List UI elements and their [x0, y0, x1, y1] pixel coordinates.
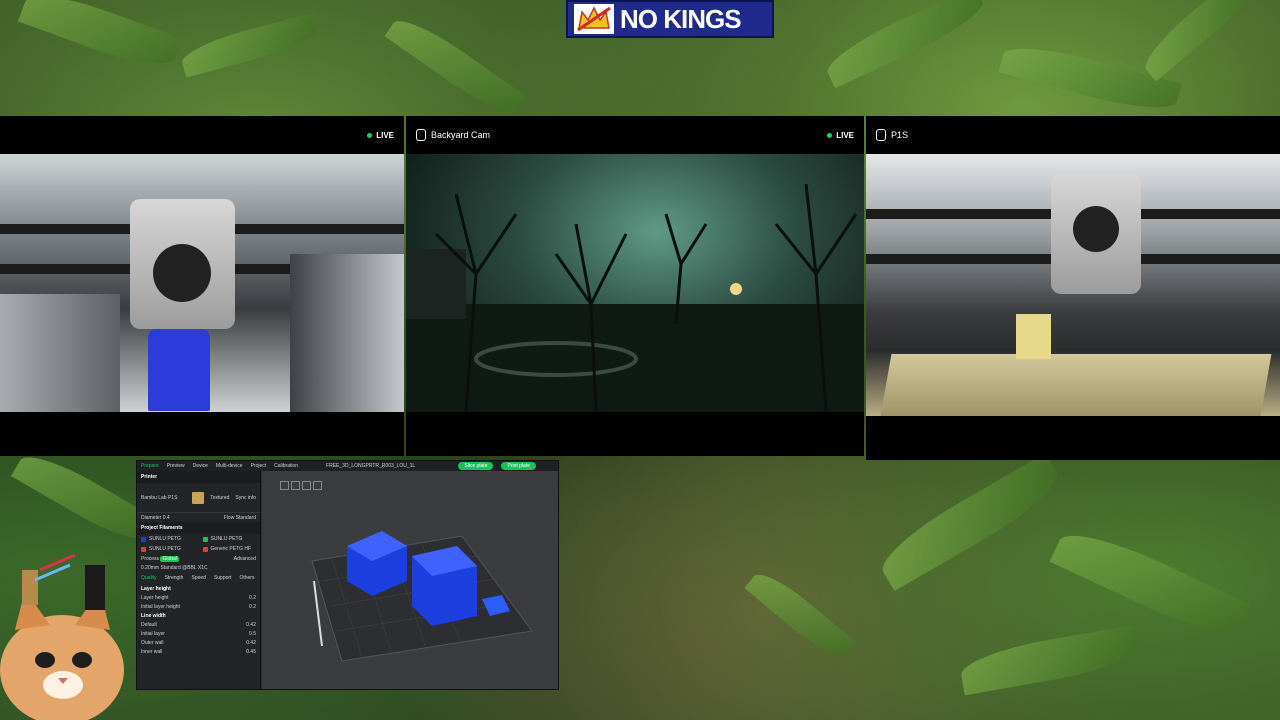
3d-viewport[interactable]: [262, 471, 558, 689]
line-width-section: Line width: [141, 612, 166, 619]
tab-quality[interactable]: Quality: [141, 575, 157, 581]
no-kings-banner: NO KINGS: [566, 0, 774, 38]
process-preset[interactable]: 0.20mm Standard @BBL X1C: [141, 565, 208, 571]
p1s-cam: P1S: [866, 116, 1280, 460]
printer-model[interactable]: Bambu Lab P1S: [141, 495, 186, 501]
p1s-feed: [866, 154, 1280, 416]
setting-value[interactable]: 0.5: [249, 631, 256, 637]
banner-title: NO KINGS: [620, 3, 742, 34]
filament-item[interactable]: SUNLU PETG: [137, 544, 199, 554]
process-tabs: Quality Strength Speed Support Others: [137, 572, 260, 584]
slice-plate-button[interactable]: Slice plate: [458, 462, 494, 470]
setting-value[interactable]: 0.2: [249, 604, 256, 610]
camera-icon: [876, 129, 886, 141]
setting-row: Initial layer height 0.2: [141, 603, 256, 610]
diameter-label: Diameter: [141, 514, 162, 521]
printer-cam-1: LIVE: [0, 116, 404, 456]
window-title: FREE_3D_LONGPRTR_R003_LOU_1L: [326, 463, 416, 469]
setting-row: Layer height 0.2: [141, 594, 256, 601]
tab-strength[interactable]: Strength: [165, 575, 184, 581]
setting-row: Default 0.42: [141, 621, 256, 628]
tab-preview[interactable]: Preview: [167, 463, 185, 469]
cam-name: P1S: [891, 130, 909, 140]
crown-icon: [574, 4, 614, 34]
setting-value[interactable]: 0.42: [246, 622, 256, 628]
tab-speed[interactable]: Speed: [191, 575, 205, 581]
slicer-menubar: Prepare Preview Device Multi-device Proj…: [137, 461, 558, 471]
live-indicator: LIVE: [827, 131, 854, 140]
slicer-window: Prepare Preview Device Multi-device Proj…: [136, 460, 559, 690]
tab-others[interactable]: Others: [239, 575, 254, 581]
camera-icon: [416, 129, 426, 141]
slicer-sidebar: Printer Bambu Lab P1S Textured Sync info…: [137, 471, 261, 689]
backyard-feed: [406, 154, 864, 412]
live-dot-icon: [827, 132, 833, 138]
flow-value[interactable]: Standard: [236, 515, 256, 521]
setting-row: Outer wall 0.42: [141, 639, 256, 646]
diameter-value[interactable]: 0.4: [163, 515, 170, 521]
printer-feed-1: [0, 154, 404, 412]
cat-overlay-image: [0, 550, 135, 720]
live-dot-icon: [367, 132, 373, 138]
sync-button[interactable]: Sync info: [235, 495, 256, 501]
vader-figure: [85, 565, 105, 610]
layer-height-section: Layer height: [141, 585, 171, 592]
printer-section-title: Printer: [137, 471, 260, 483]
filament-item[interactable]: SUNLU PETG: [199, 534, 261, 544]
advanced-toggle[interactable]: Advanced: [234, 556, 256, 562]
flow-label: Flow: [223, 514, 235, 521]
jedi-figure: [22, 570, 38, 605]
setting-value[interactable]: 0.45: [246, 649, 256, 655]
process-label: Process: [141, 555, 160, 562]
filament-item[interactable]: SUNLU PETG: [137, 534, 199, 544]
tab-multi-device[interactable]: Multi-device: [216, 463, 243, 469]
setting-row: Initial layer 0.5: [141, 630, 256, 637]
setting-value[interactable]: 0.2: [249, 595, 256, 601]
tab-project[interactable]: Project: [251, 463, 267, 469]
backyard-cam: Backyard Cam LIVE: [406, 116, 864, 456]
live-indicator: LIVE: [367, 131, 394, 140]
plate-type[interactable]: Textured: [210, 495, 229, 501]
tab-prepare[interactable]: Prepare: [141, 463, 159, 469]
setting-row: Inner wall 0.45: [141, 648, 256, 655]
cam-name: Backyard Cam: [431, 130, 491, 140]
print-plate-button[interactable]: Print plate: [501, 462, 536, 470]
plate-icon: [192, 491, 205, 504]
setting-value[interactable]: 0.42: [246, 640, 256, 646]
tab-device[interactable]: Device: [193, 463, 208, 469]
global-toggle[interactable]: Global: [160, 555, 179, 562]
tab-calibration[interactable]: Calibration: [274, 463, 298, 469]
filament-item[interactable]: Generic PETG HF: [199, 544, 261, 554]
tab-support[interactable]: Support: [214, 575, 232, 581]
filaments-section-title: Project Filaments: [137, 522, 260, 534]
